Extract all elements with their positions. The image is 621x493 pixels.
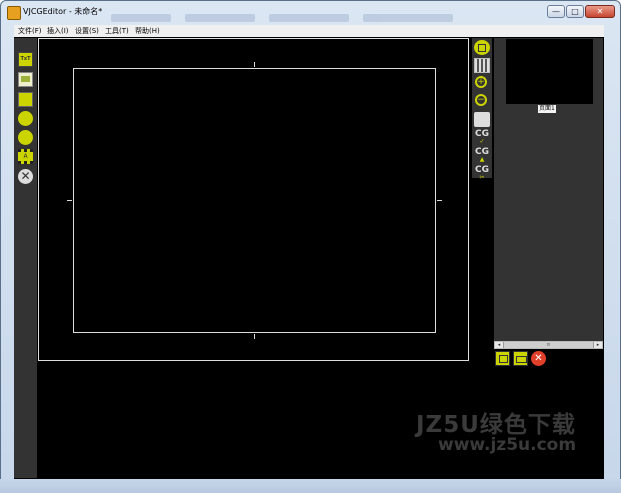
horizontal-scrollbar[interactable]: ◂ ≡ ▸ xyxy=(494,341,603,349)
add-page-icon[interactable] xyxy=(495,351,510,366)
fit-to-screen-icon[interactable] xyxy=(474,40,490,55)
menu-tools[interactable]: 工具(T) xyxy=(105,26,129,36)
copy-icon[interactable] xyxy=(18,92,33,107)
window-title: VJCGEditor - 未命名* xyxy=(23,7,103,16)
title-bar[interactable]: VJCGEditor - 未命名* — □ ✕ xyxy=(1,1,620,41)
cg-check-icon[interactable]: CG ✓ xyxy=(474,130,490,146)
menu-file[interactable]: 文件(F) xyxy=(18,26,42,36)
scrollbar-thumb[interactable]: ≡ xyxy=(503,342,594,348)
arrow-up-icon: ▲ xyxy=(479,156,485,163)
watermark: JZ5U绿色下载 www.jz5u.com xyxy=(412,405,602,460)
canvas-center-tick-top xyxy=(254,62,255,67)
filmstrip-icon[interactable]: A xyxy=(18,149,33,164)
menu-insert[interactable]: 插入(I) xyxy=(47,26,69,36)
scissors-icon: ✂ xyxy=(479,174,485,181)
canvas-center-tick-right xyxy=(437,200,442,201)
image-icon[interactable] xyxy=(18,72,33,87)
page-label: 页面1 xyxy=(538,105,556,113)
right-toolbar: + − CG ✓ CG ▲ CG ✂ xyxy=(472,38,492,181)
scroll-left-arrow-icon[interactable]: ◂ xyxy=(495,342,503,348)
maximize-button[interactable]: □ xyxy=(566,5,584,18)
grid-icon[interactable] xyxy=(474,58,490,73)
delete-icon[interactable]: ✕ xyxy=(18,169,33,184)
text-icon[interactable]: TxT xyxy=(18,52,33,67)
menu-help[interactable]: 帮助(H) xyxy=(135,26,160,36)
canvas-center-tick-bottom xyxy=(254,334,255,339)
left-toolbar: TxT A ✕ xyxy=(14,38,37,478)
watermark-brand: JZ5U绿色下载 xyxy=(416,412,576,438)
paint-bucket-icon[interactable] xyxy=(474,112,490,127)
watermark-url: www.jz5u.com xyxy=(438,435,577,455)
safe-area-frame xyxy=(73,68,436,333)
menu-settings[interactable]: 设置(S) xyxy=(75,26,99,36)
canvas-center-tick-left xyxy=(67,200,72,201)
minimize-button[interactable]: — xyxy=(547,5,565,18)
move-icon[interactable] xyxy=(18,111,33,126)
scroll-right-arrow-icon[interactable]: ▸ xyxy=(594,342,602,348)
cg-cut-icon[interactable]: CG ✂ xyxy=(474,166,490,182)
rotate-icon[interactable] xyxy=(18,130,33,145)
zoom-out-icon[interactable]: − xyxy=(475,94,487,106)
delete-page-icon[interactable]: ✕ xyxy=(531,351,546,366)
app-icon xyxy=(7,6,21,20)
zoom-in-icon[interactable]: + xyxy=(475,76,487,88)
close-button[interactable]: ✕ xyxy=(585,5,615,18)
window-bottom-border xyxy=(0,479,621,493)
blurred-taskbar-tabs xyxy=(111,7,531,41)
export-page-icon[interactable] xyxy=(513,351,528,366)
page-panel-buttons: ✕ xyxy=(494,350,554,368)
check-mark-icon: ✓ xyxy=(479,138,485,145)
menu-bar: 文件(F) 插入(I) 设置(S) 工具(T) 帮助(H) xyxy=(14,25,604,37)
page-thumbnail[interactable] xyxy=(506,39,593,104)
cg-upload-icon[interactable]: CG ▲ xyxy=(474,148,490,164)
